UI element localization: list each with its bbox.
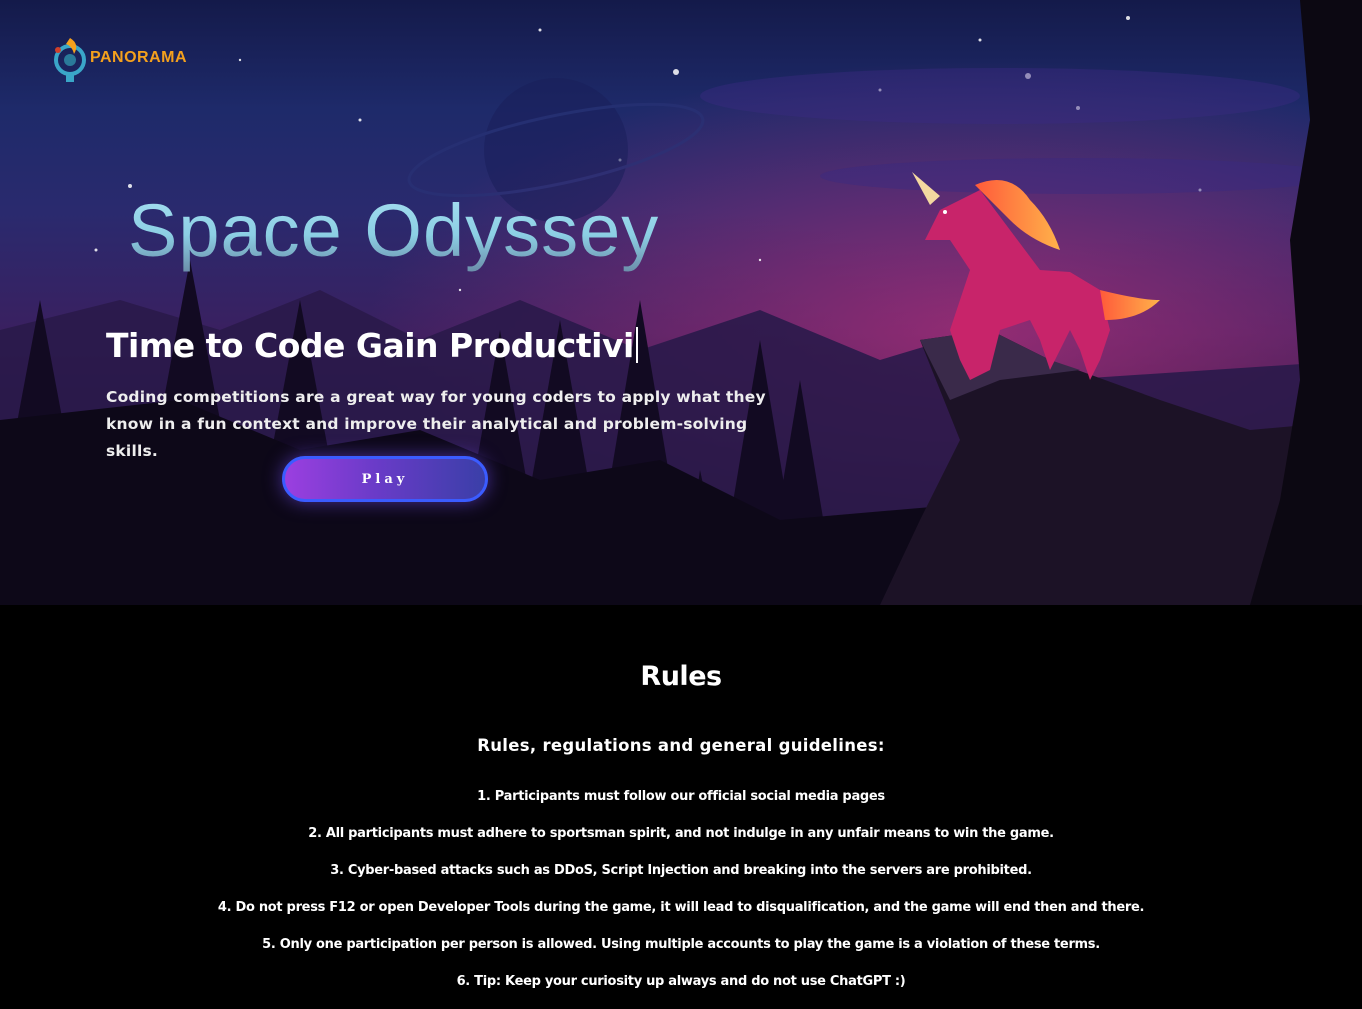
panorama-logo-icon xyxy=(54,38,86,82)
rules-subtitle: Rules, regulations and general guideline… xyxy=(477,736,885,755)
brand-logo[interactable]: PANORAMA xyxy=(52,32,187,84)
logo-text: PANORAMA xyxy=(90,49,188,66)
text-caret xyxy=(635,327,638,363)
rules-title: Rules xyxy=(640,661,722,692)
rules-section: Rules Rules, regulations and general gui… xyxy=(0,605,1362,1009)
hero-background-illustration xyxy=(0,0,1362,605)
rule-item-2: 2. All participants must adhere to sport… xyxy=(308,826,1054,841)
rule-item-6: 6. Tip: Keep your curiosity up always an… xyxy=(456,974,906,989)
rule-item-3: 3. Cyber-based attacks such as DDoS, Scr… xyxy=(330,863,1032,878)
play-button-label: Play xyxy=(361,471,409,487)
rule-item-1: 1. Participants must follow our official… xyxy=(477,789,885,804)
hero-section: PANORAMA Space Odyssey Time to Code Gain… xyxy=(0,0,1362,605)
typed-headline-text: Time to Code Gain Productivi xyxy=(106,326,634,365)
typed-headline: Time to Code Gain Productivi xyxy=(106,326,638,365)
play-button[interactable]: Play xyxy=(282,456,488,502)
hero-title: Space Odyssey xyxy=(128,189,660,272)
rule-item-5: 5. Only one participation per person is … xyxy=(262,937,1100,952)
rule-item-4: 4. Do not press F12 or open Developer To… xyxy=(217,900,1145,915)
hero-description: Coding competitions are a great way for … xyxy=(106,388,766,460)
